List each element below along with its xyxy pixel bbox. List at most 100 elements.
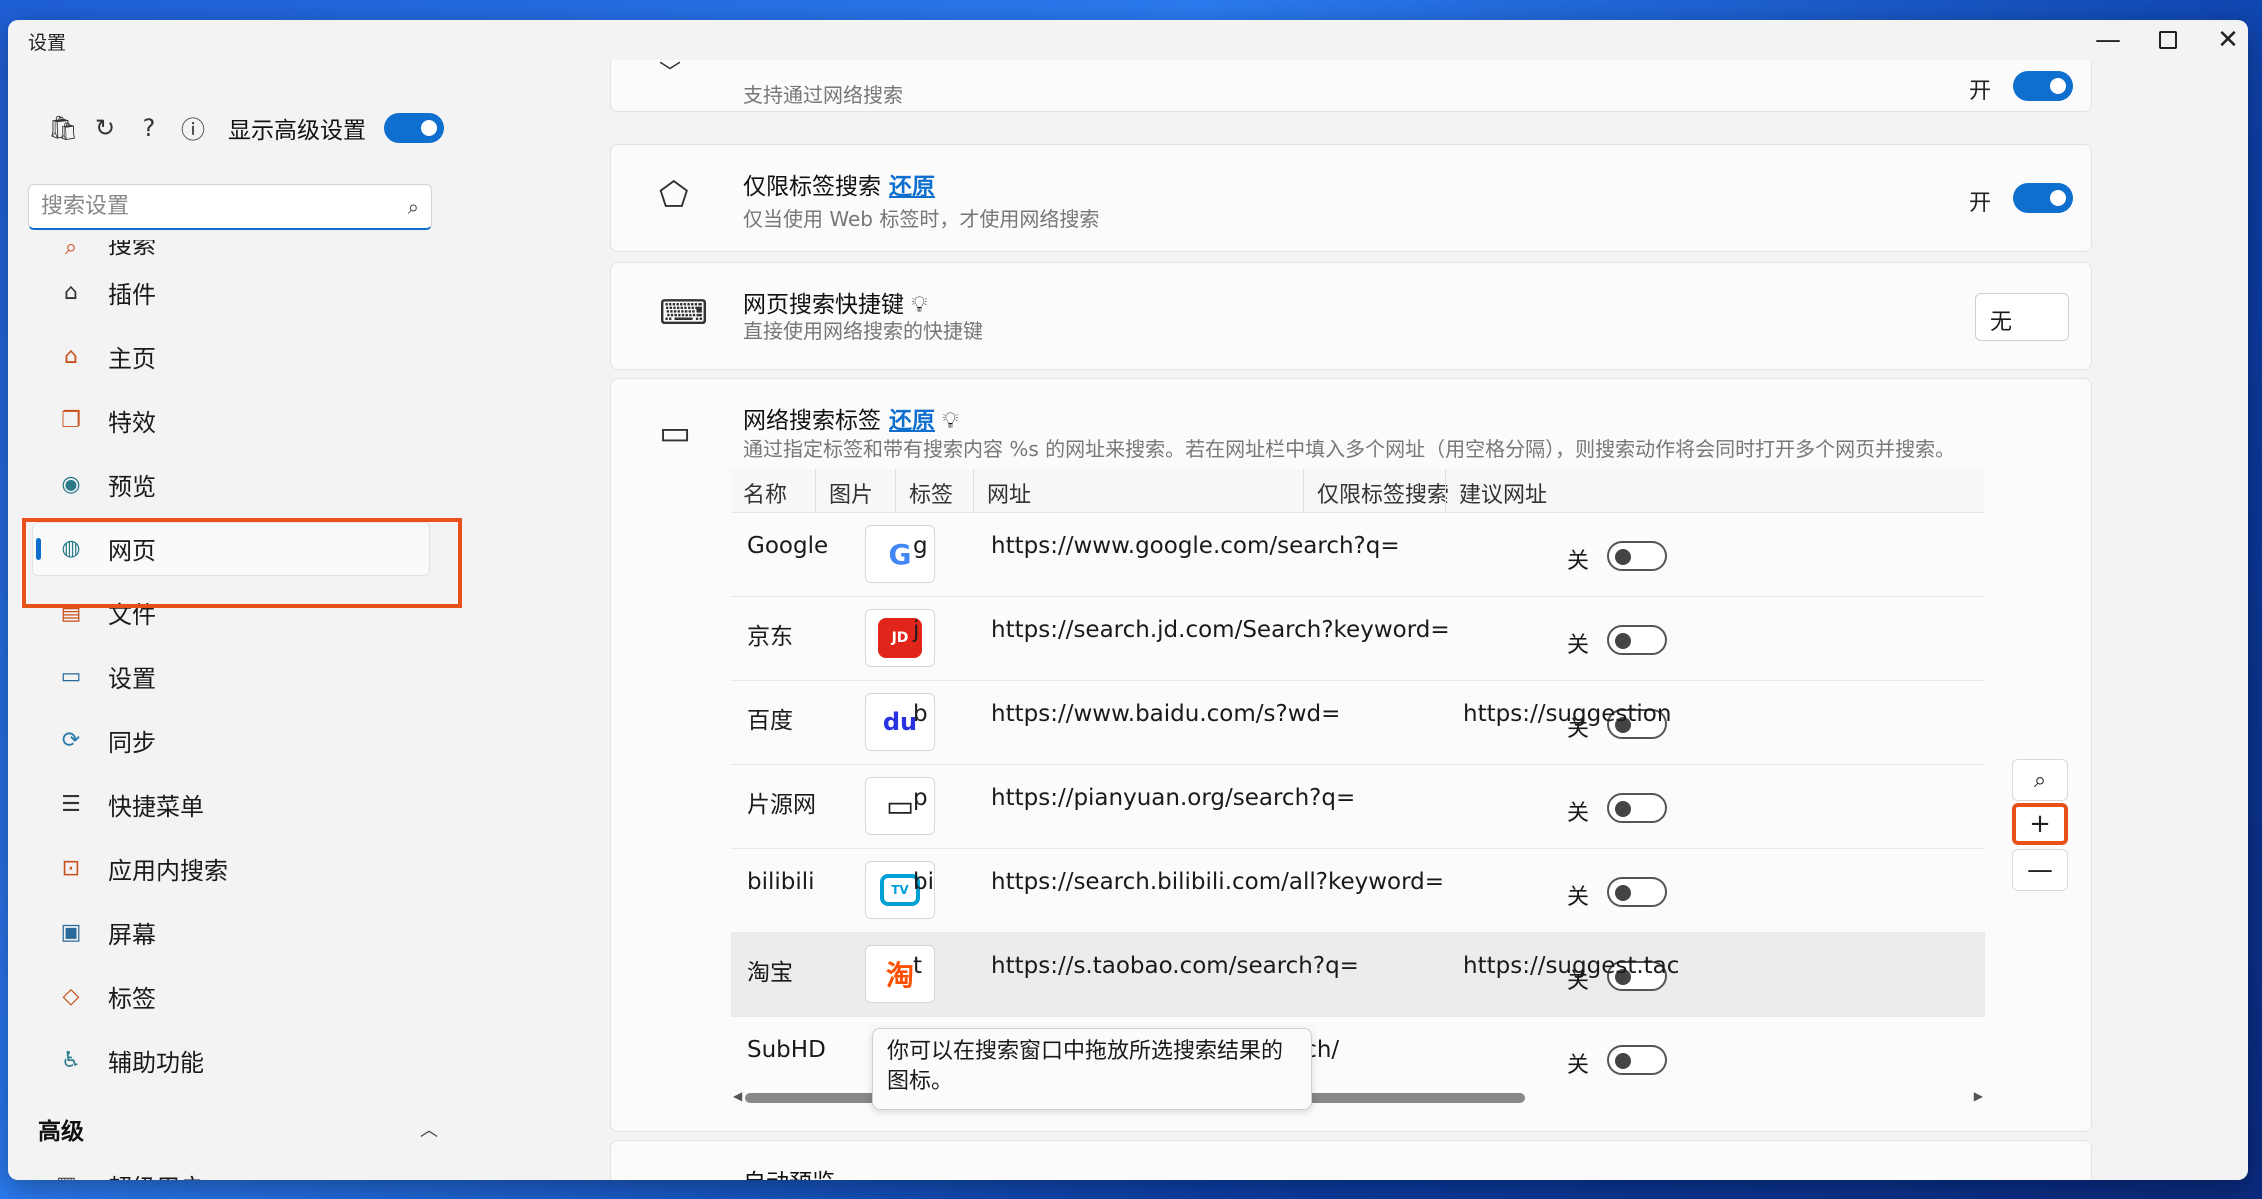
search-icon[interactable]: ⌕ [408,195,419,219]
web-search-toggle[interactable] [2013,71,2073,101]
row-tag-only-toggle[interactable] [1607,1045,1667,1075]
row-tag: bi [913,869,934,895]
column-divider[interactable] [895,469,896,513]
column-header-url[interactable]: 网址 [987,477,1031,509]
taobao-logo-icon[interactable]: 淘 [865,945,935,1003]
history-icon[interactable]: ↻ [92,114,118,142]
table-row[interactable]: Google G g https://www.google.com/search… [731,513,1985,597]
lightbulb-icon: 💡︎ [942,408,959,434]
settings-window: 设置 — ✕ 🛍︎ ↻ ? ⓘ 显示高级设置 ⌕ ⌕ 搜索 ⌂ 插件 [8,20,2248,1180]
card-title-text: 网络搜索标签 [743,408,881,434]
column-divider[interactable] [815,469,816,513]
chevron-down-icon[interactable]: ﹀ [659,60,681,87]
card-title: 自动预览 [743,1163,835,1180]
row-tag-only-toggle[interactable] [1607,625,1667,655]
settings-search[interactable]: ⌕ [28,184,432,230]
sidebar-item-label: 标签 [108,984,156,1013]
column-header-tag-only[interactable]: 仅限标签搜索 [1317,477,1449,509]
search-row-button[interactable]: ⌕ [2012,759,2068,801]
accessibility-icon: ♿︎ [61,1047,81,1073]
search-icon: ⌕ [64,240,78,260]
help-icon[interactable]: ? [136,114,162,142]
row-tag-only-toggle[interactable] [1607,793,1667,823]
sidebar-item-tags[interactable]: ◇ 标签 [8,964,468,1028]
sidebar-item-effects[interactable]: ❐ 特效 [8,388,468,452]
sidebar-item-screen[interactable]: ▣ 屏幕 [8,900,468,964]
row-name: SubHD [747,1037,826,1063]
scroll-right-arrow-icon[interactable]: ▶ [1974,1089,1983,1103]
card-subtitle: 直接使用网络搜索的快捷键 [743,319,983,343]
table-row[interactable]: 片源网 ▭ p https://pianyuan.org/search?q= 关 [731,765,1985,849]
sidebar-item-quick-menu[interactable]: ☰ 快捷菜单 [8,772,468,836]
highlight-box [22,518,462,608]
table-row[interactable]: 京东 JD j https://search.jd.com/Search?key… [731,597,1985,681]
table-row[interactable]: bilibili TV bi https://search.bilibili.c… [731,849,1985,933]
sidebar-item-super-user[interactable]: ▦ 超级用户 [56,1168,204,1180]
tooltip: 你可以在搜索窗口中拖放所选搜索结果的图标。 [872,1028,1312,1110]
search-input[interactable] [41,194,408,219]
reset-link[interactable]: 还原 [889,408,935,434]
tag-only-card: ⬠ 仅限标签搜索 还原 仅当使用 Web 标签时，才使用网络搜索 开 [610,144,2092,252]
toggle-state-label: 开 [1968,79,1991,104]
row-url: https://pianyuan.org/search?q= [991,785,1356,811]
sidebar-item-preview[interactable]: ◉ 预览 [8,452,468,516]
logo-glyph: du [882,708,918,736]
column-divider[interactable] [1303,469,1304,513]
row-tag-only-toggle[interactable] [1607,877,1667,907]
web-search-card: ﹀ 支持通过网络搜索 开 [610,60,2092,112]
tag-only-toggle[interactable] [2013,183,2073,213]
minimize-button[interactable]: — [2078,20,2138,60]
search-tags-table: 名称 图片 标签 网址 仅限标签搜索 建议网址 Google G g https… [731,469,1985,1109]
logo-glyph: ▭ [885,788,915,824]
advanced-header-label: 高级 [38,1119,84,1145]
table-row[interactable]: 淘宝 淘 t https://s.taobao.com/search?q= 关 … [731,933,1985,1017]
close-button[interactable]: ✕ [2198,20,2248,60]
add-row-button[interactable]: + [2012,803,2068,845]
table-row[interactable]: 百度 du b https://www.baidu.com/s?wd= 关 ht… [731,681,1985,765]
bag-icon[interactable]: 🛍︎ [48,114,78,142]
sidebar-item-app-search[interactable]: ⊡ 应用内搜索 [8,836,468,900]
column-divider[interactable] [1445,469,1446,513]
sidebar-item-label: 屏幕 [108,920,156,949]
card-subtitle: 支持通过网络搜索 [743,83,903,107]
sidebar-item-home[interactable]: ⌂ 主页 [8,324,468,388]
card-subtitle: 仅当使用 Web 标签时，才使用网络搜索 [743,207,1100,231]
bag-icon: ⌂ [64,279,78,305]
sidebar-item-label: 搜索 [108,240,156,259]
table-header: 名称 图片 标签 网址 仅限标签搜索 建议网址 [731,469,1985,513]
column-header-tag[interactable]: 标签 [909,477,953,509]
sidebar-item-sync[interactable]: ⟳ 同步 [8,708,468,772]
sidebar-item-label: 特效 [108,408,156,437]
sidebar-item-search[interactable]: ⌕ 搜索 [8,240,468,260]
show-advanced-toggle[interactable] [384,112,444,143]
card-title: 网页搜索快捷键 💡︎ [743,285,927,319]
toggle-state-label: 关 [1567,801,1590,826]
plus-icon: + [2029,809,2051,839]
toggle-state-label: 开 [1968,191,1991,216]
sidebar: 🛍︎ ↻ ? ⓘ 显示高级设置 ⌕ ⌕ 搜索 ⌂ 插件 ⌂ 主页 [8,60,468,1180]
sync-icon: ⟳ [61,727,81,753]
sidebar-item-label: 快捷菜单 [108,792,204,821]
column-divider[interactable] [973,469,974,513]
title-bar: 设置 — ✕ [8,20,2248,60]
hotkey-input[interactable]: 无 [1975,293,2069,341]
chevron-up-icon[interactable]: ︿ [420,1116,438,1142]
sidebar-item-accessibility[interactable]: ♿︎ 辅助功能 [8,1028,468,1092]
sidebar-item-label: 同步 [108,728,156,757]
row-tag-only-toggle[interactable] [1607,541,1667,571]
maximize-button[interactable] [2138,20,2198,60]
column-header-name[interactable]: 名称 [743,477,787,509]
sidebar-nav: ⌕ 搜索 ⌂ 插件 ⌂ 主页 ❐ 特效 ◉ 预览 ◍ 网页 ▤ 文件 ▭ 设置 … [8,240,468,1092]
sidebar-item-settings[interactable]: ▭ 设置 [8,644,468,708]
advanced-section-header[interactable]: 高级 ︿ [38,1112,438,1146]
column-header-suggest-url[interactable]: 建议网址 [1459,477,1547,509]
remove-row-button[interactable]: — [2012,849,2068,891]
home-icon: ⌂ [64,343,78,369]
jd-logo-icon[interactable]: JD [865,609,935,667]
column-header-image[interactable]: 图片 [829,477,873,509]
sidebar-item-plugins[interactable]: ⌂ 插件 [8,260,468,324]
reset-link[interactable]: 还原 [889,174,935,200]
scroll-left-arrow-icon[interactable]: ◀ [733,1089,742,1103]
keyboard-icon: ⌨ [659,293,709,333]
sidebar-item-label: 应用内搜索 [108,856,228,885]
